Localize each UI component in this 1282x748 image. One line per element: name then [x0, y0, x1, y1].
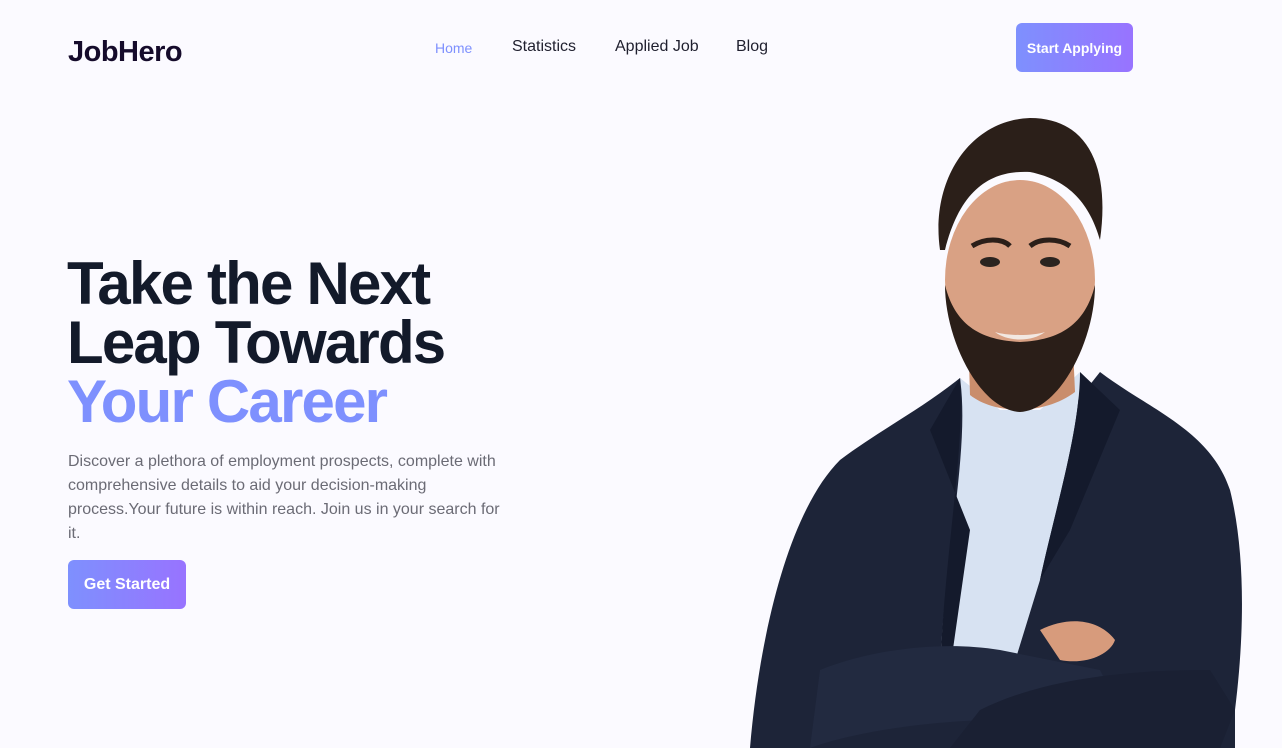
- hero-title-line-1: Take the Next: [67, 250, 431, 317]
- person-eye-left: [980, 257, 1000, 267]
- start-applying-button[interactable]: Start Applying: [1016, 23, 1133, 72]
- nav-item-statistics[interactable]: Statistics: [512, 38, 576, 56]
- get-started-button[interactable]: Get Started: [68, 560, 186, 609]
- nav-item-home[interactable]: Home: [435, 40, 472, 56]
- nav-item-blog[interactable]: Blog: [736, 38, 768, 56]
- brand-logo[interactable]: JobHero: [68, 36, 183, 69]
- hero-title: Take the Next Leap Towards Your Career: [67, 250, 446, 435]
- hero-description: Discover a plethora of employment prospe…: [68, 453, 500, 542]
- hero-title-line-2: Leap Towards: [67, 309, 446, 376]
- hero-person-image: [750, 118, 1242, 748]
- nav-item-applied-job[interactable]: Applied Job: [615, 38, 699, 56]
- hero-title-accent: Your Career: [67, 368, 388, 435]
- person-eye-right: [1040, 257, 1060, 267]
